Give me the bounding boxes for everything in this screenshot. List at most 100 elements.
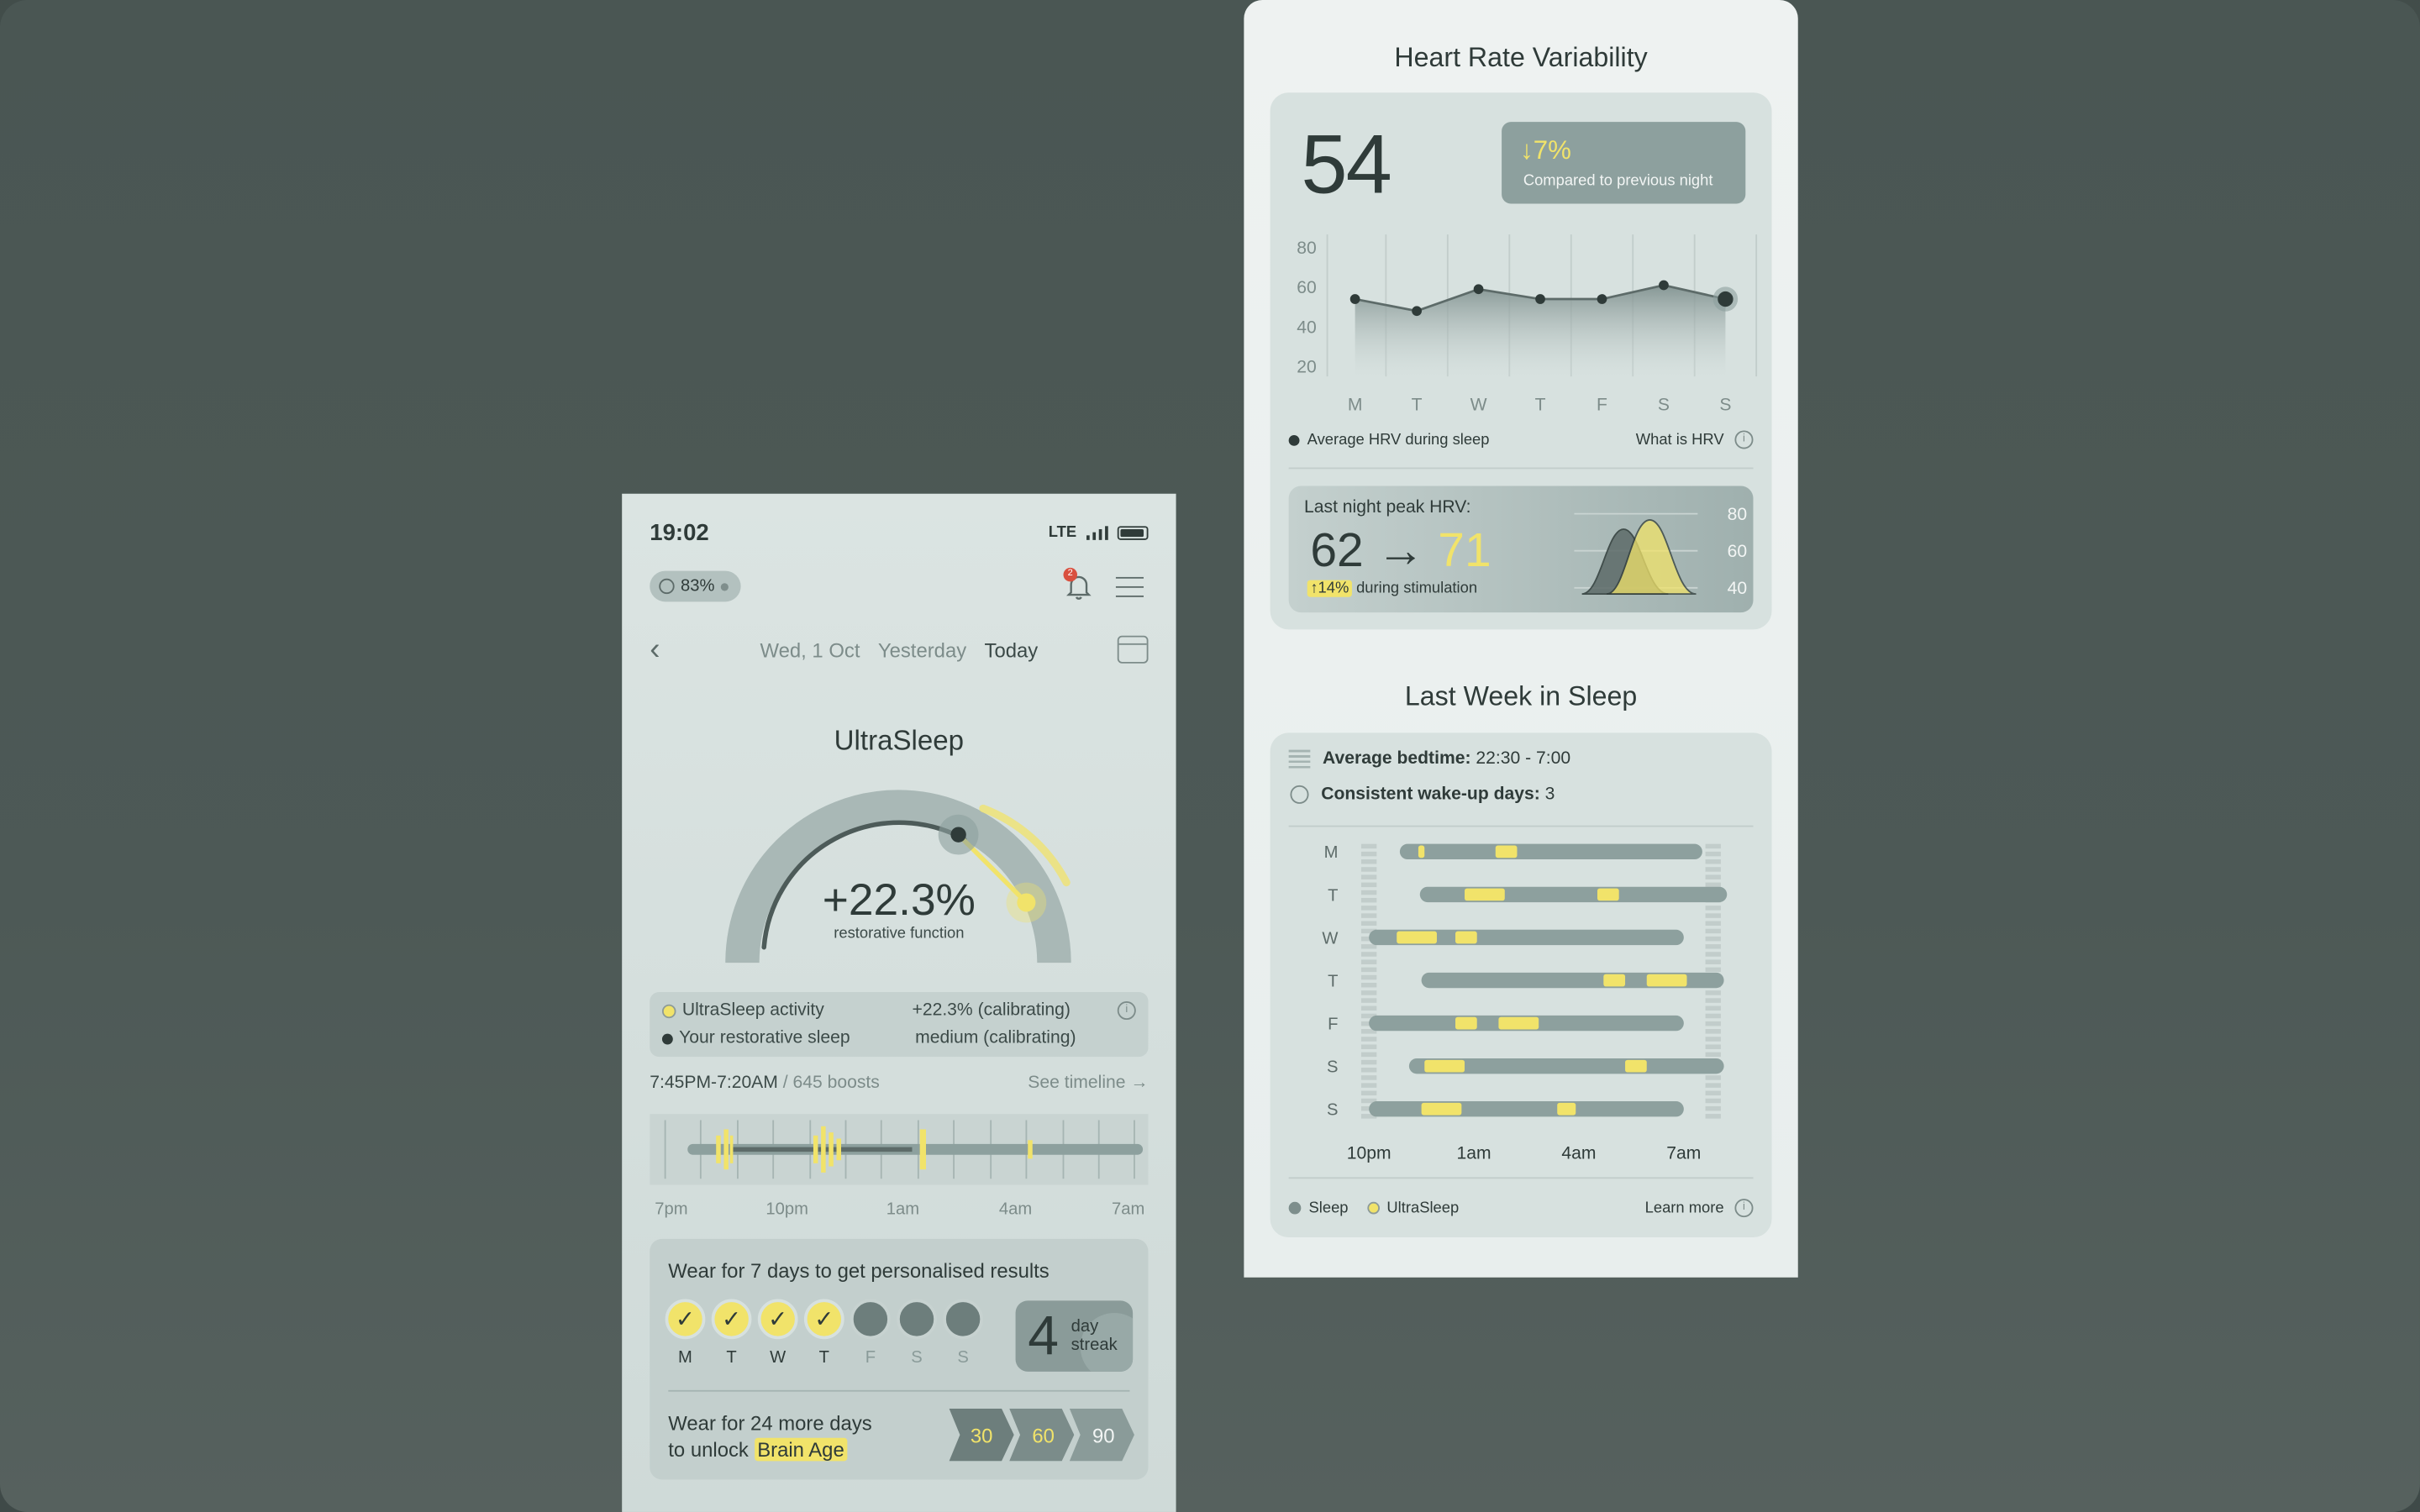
wake-band — [1705, 936, 1721, 942]
bedtime-band — [1360, 990, 1377, 995]
day-label: M — [678, 1348, 692, 1368]
peak-increase-badge: ↑14% — [1307, 580, 1352, 597]
streak-day: F — [850, 1299, 891, 1368]
milestone-label: 90 — [1092, 1425, 1115, 1447]
bedtime-band — [1360, 859, 1377, 864]
legend-value: +22.3% (calibrating) — [912, 1001, 1071, 1021]
tick-label: 10pm — [765, 1200, 809, 1219]
day-label: F — [1328, 1015, 1338, 1033]
x-tick-label: T — [1535, 396, 1546, 414]
ultrasleep-block — [1495, 845, 1518, 858]
bedtime-band — [1360, 959, 1377, 964]
menu-button[interactable] — [1115, 576, 1144, 604]
bedtime-band — [1360, 897, 1377, 903]
wake-band — [1705, 921, 1721, 927]
tick-label: 1am — [886, 1200, 920, 1219]
x-tick-label: 1am — [1457, 1143, 1491, 1163]
peak-hrv-card: Last night peak HRV: 62 → 71 ↑14% during… — [1288, 486, 1754, 613]
restorative-dot — [661, 1032, 673, 1044]
wake-band — [1705, 990, 1721, 995]
bedtime-band — [1360, 906, 1377, 911]
calendar-icon[interactable] — [1117, 635, 1149, 664]
bedtime-band — [1360, 982, 1377, 988]
ultrasleep-dot — [1366, 1201, 1380, 1215]
bedtime-band — [1360, 890, 1377, 895]
notification-badge: 2 — [1063, 567, 1078, 582]
x-tick-label: W — [1470, 396, 1487, 414]
bedtime-band — [1360, 913, 1377, 918]
learn-more-link[interactable]: Learn more i — [1645, 1199, 1754, 1218]
hrv-point — [1718, 291, 1733, 307]
day-pending-icon — [897, 1299, 937, 1340]
what-is-hrv-label: What is HRV — [1635, 431, 1724, 449]
wake-band — [1705, 1037, 1721, 1042]
ultrasleep-block — [1455, 1016, 1477, 1030]
hrv-chart: 80 60 40 20 M T W T F S S — [1297, 234, 1758, 414]
day-label: F — [865, 1348, 876, 1368]
streak-day: ✓ M — [665, 1299, 706, 1368]
bedtime-band — [1360, 921, 1377, 927]
wake-band — [1705, 928, 1721, 934]
hrv-point — [1659, 280, 1669, 291]
hrv-change: ↓7% — [1520, 135, 1571, 165]
wake-band — [1705, 882, 1721, 888]
hrv-card: 54 ↓7% Compared to previous night 80 60 40… — [1270, 92, 1772, 630]
session-summary: 7:45PM-7:20AM / 645 boosts See timeline … — [650, 1074, 1148, 1092]
notifications-button[interactable]: 2 — [1063, 567, 1094, 602]
device-battery-pill[interactable]: 83% — [650, 570, 741, 602]
x-tick-label: M — [1348, 396, 1363, 414]
hrv-change-caption: Compared to previous night — [1523, 172, 1713, 190]
date-yesterday[interactable]: Yesterday — [878, 638, 966, 661]
peak-hrv-distribution: 80 60 40 — [1574, 505, 1747, 598]
day-label: S — [1327, 1058, 1338, 1077]
wake-band — [1705, 1090, 1721, 1096]
wake-band — [1705, 944, 1721, 949]
wake-band — [1705, 851, 1721, 857]
ultrasleep-legend: UltraSleep activity +22.3% (calibrating)… — [650, 991, 1149, 1058]
wake-band — [1705, 998, 1721, 1003]
unlock-message: Wear for 24 more days to unlock Brain Ag… — [668, 1410, 872, 1462]
wake-band — [1705, 1052, 1721, 1058]
clock-icon — [1290, 785, 1309, 804]
wake-band — [1705, 1044, 1721, 1049]
y-tick-label: 40 — [1728, 579, 1747, 598]
y-tick-label: 80 — [1728, 505, 1747, 524]
wake-band — [1705, 1021, 1721, 1026]
arrow-right-icon: → — [1363, 522, 1439, 577]
bedtime-band — [1360, 1075, 1377, 1080]
day-label: S — [1327, 1101, 1338, 1120]
avg-bedtime: Average bedtime: 22:30 - 7:00 — [1288, 749, 1754, 769]
x-tick-label: T — [1412, 396, 1423, 414]
see-timeline-link[interactable]: See timeline → — [1028, 1074, 1148, 1092]
ultrasleep-block — [1498, 1016, 1539, 1030]
peak-values: 62 → 71 — [1310, 523, 1491, 579]
x-tick-label: 10pm — [1347, 1143, 1392, 1163]
wakeup-consistency: Consistent wake-up days: 3 — [1289, 785, 1754, 804]
date-option[interactable]: Wed, 1 Oct — [760, 638, 860, 661]
ultrasleep-block — [1455, 931, 1477, 944]
x-tick-label: S — [1658, 396, 1670, 414]
bedtime-band — [1360, 1037, 1377, 1042]
insights-panel: Heart Rate Variability 54 ↓7% Compared t… — [1244, 0, 1798, 1278]
streak-day: S — [943, 1299, 983, 1367]
wake-band — [1705, 1005, 1721, 1011]
date-today[interactable]: Today — [985, 638, 1039, 661]
sleep-week-chart: M T W T F S S 10pm 1am 4am 7am — [1322, 843, 1728, 1163]
wake-band — [1705, 967, 1721, 973]
info-icon[interactable]: i — [1117, 1001, 1136, 1021]
x-tick-label: 4am — [1561, 1143, 1596, 1163]
wake-band — [1705, 1075, 1721, 1080]
wake-band — [1705, 959, 1721, 964]
unlock-line: Wear for 24 more days — [668, 1411, 872, 1436]
ultrasleep-subtitle: restorative function — [834, 926, 965, 943]
wake-band — [1705, 1083, 1721, 1088]
what-is-hrv-link[interactable]: What is HRV i — [1636, 430, 1754, 449]
milestone-90: 90 — [1069, 1408, 1134, 1462]
chevron-left-icon[interactable]: ‹ — [650, 632, 681, 667]
sleep-bar — [1399, 843, 1702, 860]
divider — [1288, 825, 1754, 827]
boost-count: 645 boosts — [792, 1074, 880, 1093]
day-label: M — [1324, 843, 1339, 862]
ultrasleep-block — [1646, 974, 1687, 987]
sleep-legend: Sleep UltraSleep Learn more i — [1288, 1199, 1754, 1218]
